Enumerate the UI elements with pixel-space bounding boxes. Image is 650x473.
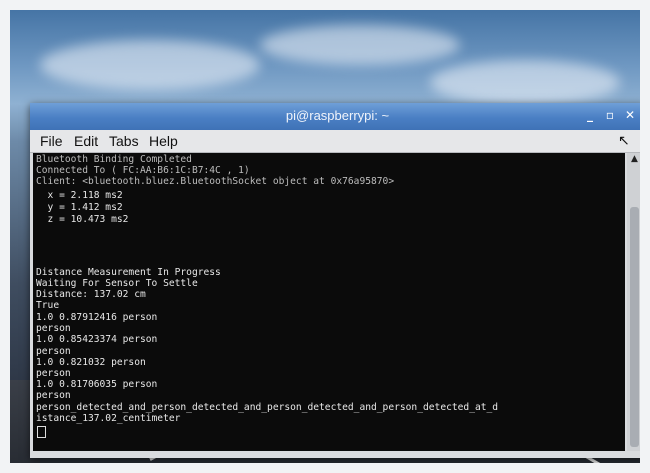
terminal-line: Distance: 137.02 cm: [36, 289, 146, 300]
terminal-line: person: [36, 390, 71, 401]
terminal-line: 1.0 0.85423374 person: [36, 334, 158, 345]
terminal-line: person: [36, 368, 71, 379]
menu-bar: File Edit Tabs Help ↖: [30, 130, 645, 153]
terminal-line: istance_137.02_centimeter: [36, 413, 181, 424]
terminal-window: pi@raspberrypi: ~ _ ▫ ✕ File Edit Tabs H…: [30, 103, 645, 458]
menu-edit[interactable]: Edit: [74, 133, 98, 149]
close-icon[interactable]: ✕: [622, 107, 638, 123]
text-cursor: [37, 426, 46, 438]
terminal-line: Bluetooth Binding Completed: [36, 154, 192, 165]
scroll-up-icon[interactable]: ▲: [627, 153, 642, 165]
terminal-line: person: [36, 346, 71, 357]
minimize-icon[interactable]: _: [582, 107, 598, 123]
menu-help[interactable]: Help: [149, 133, 178, 149]
scroll-thumb[interactable]: [630, 207, 639, 447]
terminal-line: 1.0 0.87912416 person: [36, 312, 158, 323]
terminal-line: Waiting For Sensor To Settle: [36, 278, 198, 289]
cloud: [40, 40, 260, 90]
terminal-line: Connected To ( FC:AA:B6:1C:B7:4C , 1): [36, 165, 250, 176]
terminal-line: True: [36, 300, 60, 311]
terminal-output[interactable]: Bluetooth Binding Completed Connected To…: [33, 153, 625, 451]
terminal-line: Distance Measurement In Progress: [36, 267, 221, 278]
terminal-line: 1.0 0.81706035 person: [36, 379, 158, 390]
vertical-scrollbar[interactable]: ▲: [627, 153, 642, 451]
cloud: [260, 25, 460, 65]
terminal-line: Client: <bluetooth.bluez.BluetoothSocket…: [36, 176, 395, 187]
title-bar[interactable]: pi@raspberrypi: ~ _ ▫ ✕: [30, 103, 645, 130]
terminal-line: z = 10.473 ms2: [36, 214, 129, 225]
terminal-line: y = 1.412 ms2: [36, 202, 123, 213]
terminal-line: person: [36, 323, 71, 334]
terminal-line: person_detected_and_person_detected_and_…: [36, 402, 499, 413]
terminal-line: 1.0 0.821032 person: [36, 357, 146, 368]
menu-file[interactable]: File: [40, 133, 63, 149]
window-title: pi@raspberrypi: ~: [285, 108, 390, 123]
cloud: [430, 60, 620, 105]
mouse-pointer-icon: ↖: [618, 132, 630, 148]
menu-tabs[interactable]: Tabs: [109, 133, 139, 149]
maximize-icon[interactable]: ▫: [602, 107, 618, 123]
terminal-line: x = 2.118 ms2: [36, 190, 123, 201]
